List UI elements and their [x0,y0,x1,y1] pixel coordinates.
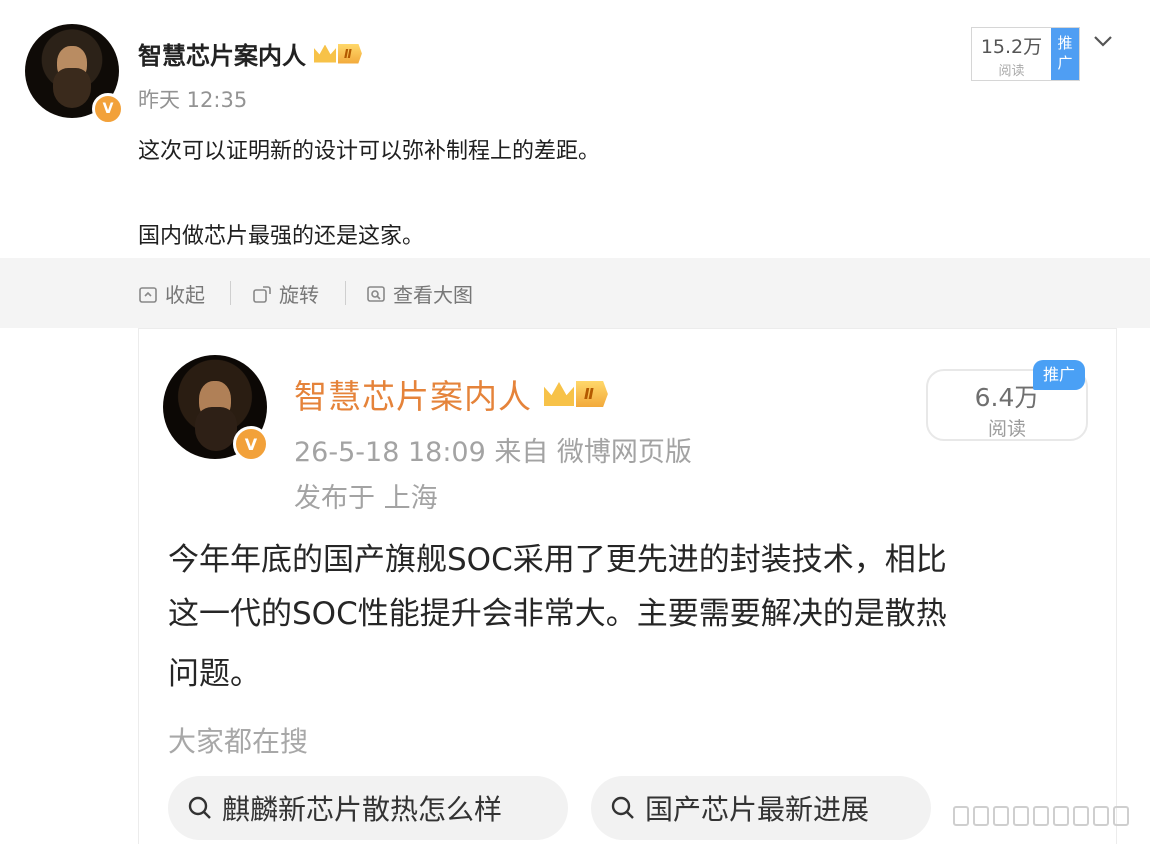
chevron-down-icon[interactable] [1092,30,1114,52]
search-chip: 麒麟新芯片散热怎么样 [168,776,568,840]
post-text-line-1: 这次可以证明新的设计可以弥补制程上的差距。 [138,139,601,164]
embedded-text-line-2: 这一代的SOC性能提升会非常大。主要需要解决的是散热 [168,596,947,632]
search-icon [188,796,211,819]
post-text-line-2: 国内做芯片最强的还是这家。 [138,224,425,249]
promote-button[interactable]: 推广 [1051,28,1079,80]
read-label: 阅读 [998,64,1025,79]
read-count: 15.2万 [980,36,1043,58]
embedded-author-name: 智慧芯片案内人 [294,377,532,416]
post-time[interactable]: 昨天 12:35 [138,84,247,114]
embedded-time-source: 26-5-18 18:09 来自 微博网页版 [294,437,692,468]
trending-search-label: 大家都在搜 [168,725,309,758]
embedded-read-label: 阅读 [987,418,1026,440]
watermark-icon [953,806,1129,826]
search-icon [611,796,634,819]
author-name[interactable]: 智慧芯片案内人 [138,36,306,71]
toolbar-divider [345,281,346,305]
crown-icon [544,382,574,406]
embedded-text-line-1: 今年年底的国产旗舰SOC采用了更先进的封装技术，相比 [168,542,947,578]
view-large-icon [367,285,385,302]
embedded-text-line-3: 问题。 [168,656,261,692]
embedded-verified-badge-icon: V [233,426,269,462]
vip-badge[interactable]: Ⅱ [314,43,362,64]
embedded-vip-badge: Ⅱ [544,381,608,407]
rotate-icon [253,285,271,303]
read-count-box[interactable]: 15.2万 阅读 推广 [971,27,1080,81]
rotate-button[interactable]: 旋转 [251,279,319,308]
embedded-location: 发布于 上海 [294,483,438,514]
collapse-button[interactable]: 收起 [137,279,205,308]
toolbar-divider [230,281,231,305]
collapse-icon [139,286,157,303]
embedded-promote-badge: 推广 [1033,360,1085,390]
crown-icon [314,44,336,63]
view-large-button[interactable]: 查看大图 [365,279,473,308]
search-chip: 国产芯片最新进展 [591,776,931,840]
verified-badge-icon: V [92,93,124,125]
